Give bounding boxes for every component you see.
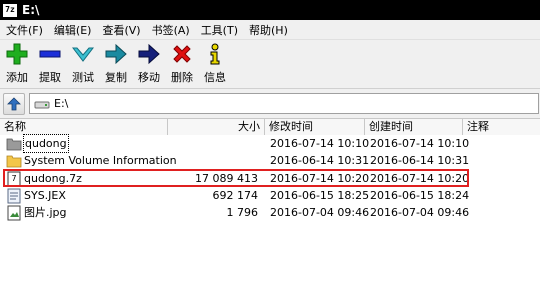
move-icon bbox=[135, 40, 163, 68]
menu-bar: 文件(F) 编辑(E) 查看(V) 书签(A) 工具(T) 帮助(H) bbox=[0, 20, 540, 40]
column-size[interactable]: 大小 bbox=[168, 119, 265, 135]
add-button[interactable]: 添加 bbox=[1, 40, 33, 88]
file-icon bbox=[7, 188, 21, 203]
file-size bbox=[180, 152, 258, 169]
title-bar: 7z E:\ bbox=[0, 0, 540, 20]
file-name: 图片.jpg bbox=[24, 206, 67, 219]
menu-bookmarks[interactable]: 书签(A) bbox=[146, 22, 195, 38]
file-name: qudong bbox=[23, 134, 69, 153]
image-icon bbox=[7, 205, 21, 220]
column-comment[interactable]: 注释 bbox=[463, 119, 540, 135]
copy-icon bbox=[102, 40, 130, 68]
delete-icon bbox=[168, 40, 196, 68]
test-icon bbox=[69, 40, 97, 68]
column-modified[interactable]: 修改时间 bbox=[265, 119, 365, 135]
address-path: E:\ bbox=[54, 97, 69, 110]
list-item[interactable]: SYS.JEX 692 174 2016-06-15 18:25 2016-06… bbox=[0, 187, 540, 204]
arrow-up-icon bbox=[7, 96, 21, 110]
file-name: System Volume Information bbox=[24, 154, 177, 167]
column-name[interactable]: 名称 bbox=[0, 119, 168, 135]
window-title: E:\ bbox=[22, 3, 40, 17]
file-name-cell: 图片.jpg bbox=[6, 204, 67, 221]
file-size: 1 796 bbox=[226, 206, 259, 219]
folder-icon bbox=[6, 138, 22, 150]
menu-file[interactable]: 文件(F) bbox=[0, 22, 48, 38]
file-size: 17 089 413 bbox=[195, 172, 258, 185]
menu-view[interactable]: 查看(V) bbox=[96, 22, 145, 38]
file-modified: 2016-06-14 10:31 bbox=[270, 154, 370, 167]
move-button[interactable]: 移动 bbox=[133, 40, 165, 88]
archive-icon: 7 bbox=[7, 171, 21, 186]
list-item[interactable]: System Volume Information 2016-06-14 10:… bbox=[0, 152, 540, 169]
file-name: SYS.JEX bbox=[24, 189, 66, 202]
file-name-cell: qudong bbox=[6, 134, 69, 153]
list-item[interactable]: 7 qudong.7z 17 089 413 2016-07-14 10:20 … bbox=[0, 170, 540, 187]
info-button[interactable]: 信息 bbox=[199, 40, 231, 88]
file-list: qudong 2016-07-14 10:10 2016-07-14 10:10… bbox=[0, 134, 540, 296]
toolbar: 添加 提取 测试 复制 移动 删除 信息 bbox=[0, 40, 540, 89]
file-name-cell: System Volume Information bbox=[6, 152, 177, 169]
address-field[interactable]: E:\ bbox=[29, 93, 539, 114]
file-created: 2016-06-15 18:24 bbox=[370, 189, 470, 202]
extract-label: 提取 bbox=[39, 71, 61, 84]
info-icon bbox=[201, 40, 229, 68]
file-name-cell: 7 qudong.7z bbox=[6, 170, 82, 187]
svg-text:7: 7 bbox=[11, 174, 16, 183]
menu-edit[interactable]: 编辑(E) bbox=[48, 22, 97, 38]
extract-icon bbox=[36, 40, 64, 68]
file-modified: 2016-06-15 18:25 bbox=[270, 189, 370, 202]
list-item[interactable]: qudong 2016-07-14 10:10 2016-07-14 10:10 bbox=[0, 134, 540, 153]
list-item[interactable]: 图片.jpg 1 796 2016-07-04 09:46 2016-07-04… bbox=[0, 204, 540, 221]
delete-label: 删除 bbox=[171, 71, 193, 84]
column-created[interactable]: 创建时间 bbox=[365, 119, 463, 135]
add-label: 添加 bbox=[6, 71, 28, 84]
delete-button[interactable]: 删除 bbox=[166, 40, 198, 88]
folder-icon bbox=[6, 155, 22, 167]
test-button[interactable]: 测试 bbox=[67, 40, 99, 88]
file-modified: 2016-07-14 10:20 bbox=[270, 172, 370, 185]
add-icon bbox=[3, 40, 31, 68]
extract-button[interactable]: 提取 bbox=[34, 40, 66, 88]
file-name: qudong.7z bbox=[24, 172, 82, 185]
copy-button[interactable]: 复制 bbox=[100, 40, 132, 88]
copy-label: 复制 bbox=[105, 71, 127, 84]
file-modified: 2016-07-04 09:46 bbox=[270, 206, 370, 219]
menu-help[interactable]: 帮助(H) bbox=[243, 22, 293, 38]
up-folder-button[interactable] bbox=[3, 92, 25, 115]
column-header: 名称 大小 修改时间 创建时间 注释 bbox=[0, 118, 540, 136]
file-created: 2016-06-14 10:31 bbox=[370, 154, 470, 167]
move-label: 移动 bbox=[138, 71, 160, 84]
file-modified: 2016-07-14 10:10 bbox=[270, 137, 370, 150]
file-created: 2016-07-14 10:20 bbox=[370, 172, 470, 185]
file-name-cell: SYS.JEX bbox=[6, 187, 66, 204]
menu-tools[interactable]: 工具(T) bbox=[195, 22, 243, 38]
file-created: 2016-07-14 10:10 bbox=[370, 137, 470, 150]
info-label: 信息 bbox=[204, 71, 226, 84]
test-label: 测试 bbox=[72, 71, 94, 84]
file-created: 2016-07-04 09:46 bbox=[370, 206, 470, 219]
drive-icon bbox=[34, 101, 50, 108]
file-size: 692 174 bbox=[212, 189, 259, 202]
file-size bbox=[180, 135, 258, 152]
app-7zip-icon: 7z bbox=[3, 3, 17, 17]
address-bar: E:\ bbox=[0, 91, 540, 116]
